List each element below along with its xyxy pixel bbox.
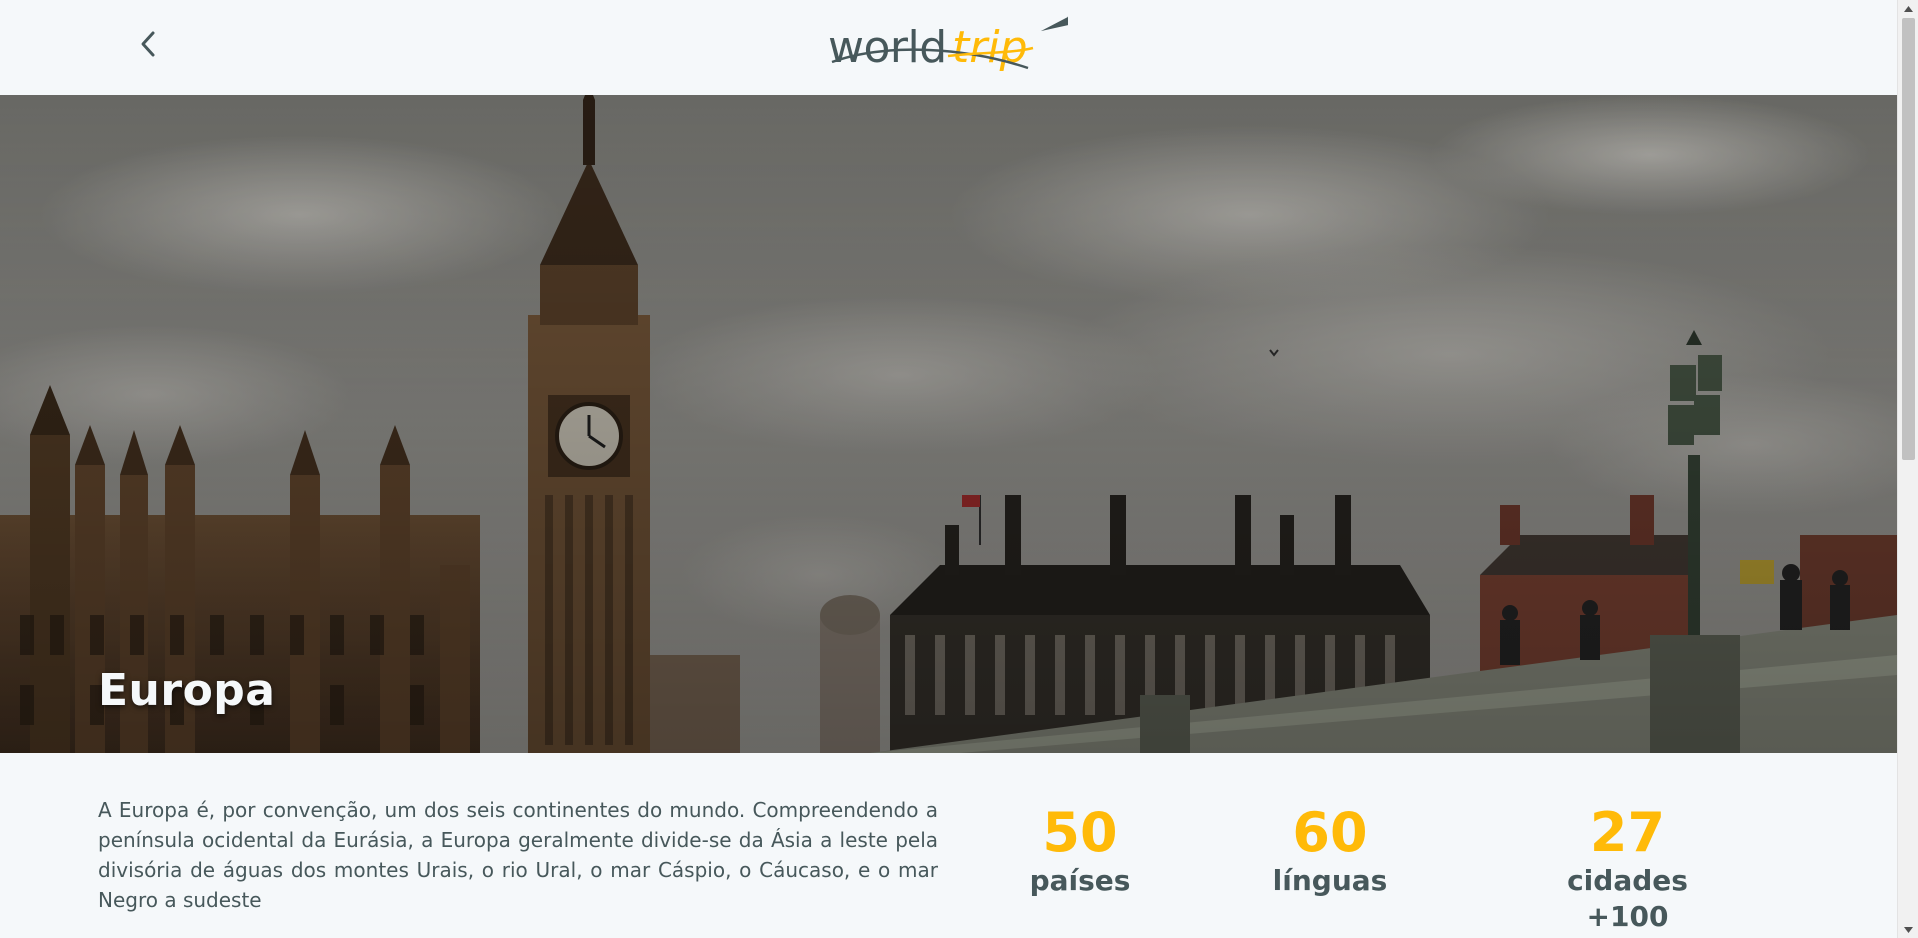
stat-languages-value: 60 — [1292, 801, 1368, 864]
page: world trip Europa A Europa é, por conven… — [0, 0, 1897, 938]
stat-countries-label: países — [1029, 864, 1131, 897]
scroll-up-arrow[interactable] — [1898, 0, 1918, 17]
page-scrollbar[interactable] — [1897, 0, 1918, 938]
continent-title: Europa — [98, 665, 276, 716]
logo[interactable]: world trip — [828, 6, 1089, 82]
scroll-down-icon — [1904, 926, 1913, 933]
scroll-thumb[interactable] — [1902, 18, 1915, 460]
banner-image — [0, 95, 1897, 753]
chevron-left-icon — [141, 31, 155, 57]
continent-content: A Europa é, por convenção, um dos seis c… — [0, 753, 1897, 938]
stat-languages-label: línguas — [1272, 864, 1388, 897]
stat-cities-label: cidades +100 — [1567, 864, 1688, 933]
scroll-down-arrow[interactable] — [1898, 921, 1918, 938]
stat-cities: 27 cidades +100 — [1525, 803, 1730, 935]
continent-banner: Europa — [0, 95, 1897, 753]
back-button[interactable] — [130, 26, 166, 62]
stat-countries: 50 países — [1020, 803, 1140, 899]
continent-description: A Europa é, por convenção, um dos seis c… — [98, 798, 938, 912]
stat-languages: 60 línguas — [1265, 803, 1395, 899]
logo-text-world: world — [828, 22, 947, 73]
header: world trip — [0, 0, 1897, 95]
airplane-icon — [1040, 6, 1089, 32]
stat-countries-value: 50 — [1042, 801, 1118, 864]
scroll-up-icon — [1904, 5, 1913, 12]
stat-cities-value: 27 — [1589, 801, 1666, 864]
